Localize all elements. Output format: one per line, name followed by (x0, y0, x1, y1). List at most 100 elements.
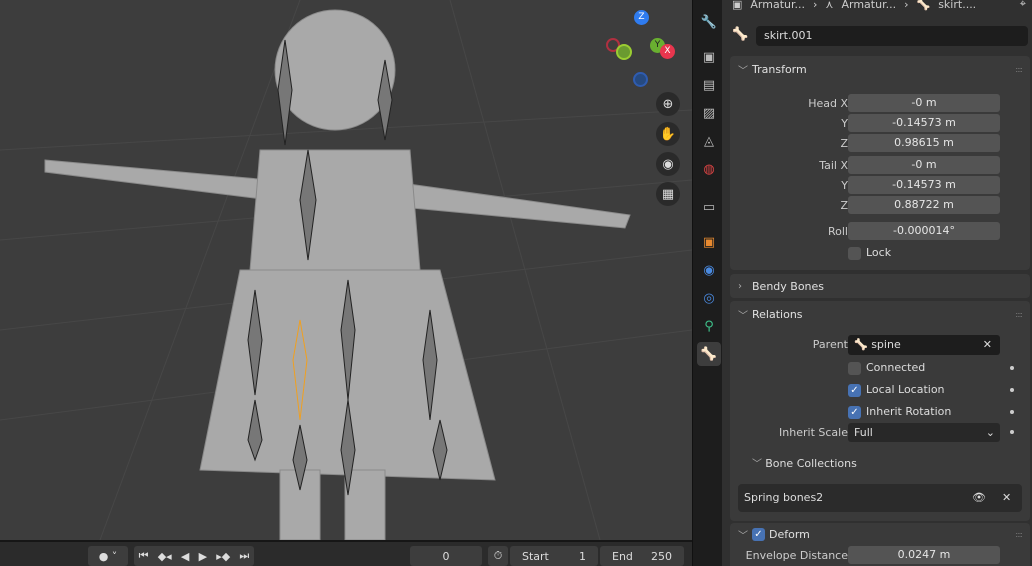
zoom-icon[interactable]: ⊕ (656, 92, 680, 116)
chevron-down-icon: ﹀ (738, 310, 748, 322)
lock-checkbox[interactable] (848, 247, 861, 260)
scene-render (0, 0, 692, 540)
remove-icon[interactable]: ✕ (1002, 484, 1011, 512)
breadcrumb-item: Armatur... (750, 0, 806, 11)
panel-title: Relations (752, 307, 803, 321)
local-location-checkbox[interactable]: ✓ (848, 384, 861, 397)
world-tab-icon[interactable]: ◍ (697, 157, 721, 181)
start-frame-field[interactable]: Start 1 (510, 546, 598, 566)
tool-tab-icon[interactable]: 🔧 (697, 10, 721, 34)
eye-icon[interactable]: 👁 (972, 484, 986, 512)
parent-field[interactable]: 🦴 spine ✕ (848, 335, 1000, 355)
chevron-down-icon: ﹀ (752, 459, 766, 470)
transform-header[interactable]: ﹀ Transform:::: (730, 56, 1030, 82)
gizmo-neg-y[interactable] (616, 44, 632, 60)
end-frame-field[interactable]: End 250 (600, 546, 684, 566)
axis-gizmo[interactable]: Z Y X (602, 8, 682, 90)
head-y-label: Y (841, 117, 848, 130)
roll-field[interactable]: -0.000014° (848, 222, 1000, 240)
scene-tab-icon[interactable]: ◬ (697, 129, 721, 153)
view-layer-tab-icon[interactable]: ▨ (697, 101, 721, 125)
panel-title: Deform (769, 527, 810, 541)
connected-checkbox[interactable] (848, 362, 861, 375)
collection-tab-icon[interactable]: ▭ (697, 195, 721, 219)
bone-tab-icon[interactable]: 🦴 (697, 342, 721, 366)
inherit-rotation-label: Inherit Rotation (866, 405, 952, 418)
separator: › (904, 0, 909, 11)
inherit-scale-label: Inherit Scale (779, 426, 848, 439)
bone-name-field[interactable]: skirt.001 (756, 26, 1028, 46)
inherit-scale-value: Full (854, 426, 873, 439)
prev-keyframe-icon[interactable]: ◆◂ (158, 550, 172, 563)
chevron-down-icon: ⌄ (985, 426, 995, 439)
output-tab-icon[interactable]: ▤ (697, 73, 721, 97)
chevron-down-icon: ﹀ (738, 530, 748, 542)
bendy-bones-panel[interactable]: › Bendy Bones (730, 274, 1030, 298)
render-tab-icon[interactable]: ▣ (697, 45, 721, 69)
breadcrumb: ▣ Armatur... › ⋏ Armatur... › 🦴 skirt.... ⌖ (722, 0, 1032, 14)
head-z-field[interactable]: 0.98615 m (848, 134, 1000, 152)
clear-icon[interactable]: ✕ (983, 335, 992, 355)
gizmo-x[interactable]: X (660, 44, 675, 59)
stopwatch-icon[interactable]: ⏱ (488, 546, 508, 566)
grid-icon[interactable]: ▦ (656, 182, 680, 206)
roll-label: Roll (828, 225, 848, 238)
camera-icon[interactable]: ◉ (656, 152, 680, 176)
head-x-field[interactable]: -0 m (848, 94, 1000, 112)
next-keyframe-icon[interactable]: ▸◆ (216, 550, 230, 563)
keyframe-dot[interactable] (1010, 410, 1014, 414)
tail-x-field[interactable]: -0 m (848, 156, 1000, 174)
playback-controls: ⏮ ◆◂ ◀ ▶ ▸◆ ⏭ (134, 546, 254, 566)
panel-title: Transform (752, 62, 807, 76)
drag-handle-icon[interactable]: :::: (1015, 65, 1023, 74)
gizmo-neg-z[interactable] (633, 72, 648, 87)
collection-name: Spring bones2 (744, 491, 824, 504)
bone-icon: 🦴 (916, 0, 931, 11)
modifiers-tab-icon[interactable]: ◉ (697, 258, 721, 282)
tail-y-label: Y (841, 179, 848, 192)
keyframe-dot[interactable] (1010, 366, 1014, 370)
keyframe-dot[interactable] (1010, 388, 1014, 392)
inherit-rotation-checkbox[interactable]: ✓ (848, 406, 861, 419)
head-y-field[interactable]: -0.14573 m (848, 114, 1000, 132)
properties-tabs: 🔧 ▣ ▤ ▨ ◬ ◍ ▭ ▣ ◉ ◎ ⚲ 🦴 (692, 0, 722, 566)
head-x-label: Head X (808, 97, 848, 110)
object-tab-icon[interactable]: ▣ (697, 230, 721, 254)
pin-icon[interactable]: ⌖ (1020, 0, 1026, 11)
gizmo-z[interactable]: Z (634, 10, 649, 25)
drag-handle-icon[interactable]: :::: (1015, 310, 1023, 319)
envelope-distance-field[interactable]: 0.0247 m (848, 546, 1000, 564)
constraints-tab-icon[interactable]: ◎ (697, 286, 721, 310)
breadcrumb-item: Armatur... (841, 0, 897, 11)
current-frame-field[interactable]: 0 (410, 546, 482, 566)
inherit-scale-dropdown[interactable]: Full ⌄ (848, 423, 1000, 442)
panel-title: Bendy Bones (752, 279, 825, 293)
keyframe-dot[interactable] (1010, 430, 1014, 434)
jump-start-icon[interactable]: ⏮ (139, 549, 149, 563)
bone-collection-item[interactable]: Spring bones2 👁 ✕ (738, 484, 1022, 512)
tail-z-label: Z (840, 199, 848, 212)
jump-end-icon[interactable]: ⏭ (239, 549, 249, 563)
armature-data-tab-icon[interactable]: ⚲ (697, 314, 721, 338)
deform-header[interactable]: ﹀ ✓ Deform:::: (730, 523, 1030, 545)
breadcrumb-item: skirt.... (938, 0, 977, 11)
deform-checkbox[interactable]: ✓ (752, 527, 765, 541)
play-icon[interactable]: ▶ (199, 550, 207, 563)
3d-viewport[interactable]: Z Y X ⊕ ✋ ◉ ▦ (0, 0, 692, 540)
drag-handle-icon[interactable]: :::: (1015, 530, 1023, 539)
start-value: 1 (579, 549, 586, 563)
hand-pan-icon[interactable]: ✋ (656, 122, 680, 146)
relations-header[interactable]: ﹀ Relations:::: (730, 301, 1030, 327)
subpanel-title: Bone Collections (765, 457, 857, 470)
local-location-label: Local Location (866, 383, 945, 396)
record-button[interactable]: ● ˅ (88, 546, 128, 566)
end-label: End (612, 549, 633, 563)
start-label: Start (522, 549, 549, 563)
bone-icon: 🦴 (732, 27, 749, 42)
bone-collections-header[interactable]: ﹀ Bone Collections (752, 455, 1032, 475)
tail-y-field[interactable]: -0.14573 m (848, 176, 1000, 194)
play-reverse-icon[interactable]: ◀ (181, 550, 189, 563)
chevron-right-icon: › (738, 280, 742, 292)
parent-label: Parent (812, 338, 848, 351)
tail-z-field[interactable]: 0.88722 m (848, 196, 1000, 214)
